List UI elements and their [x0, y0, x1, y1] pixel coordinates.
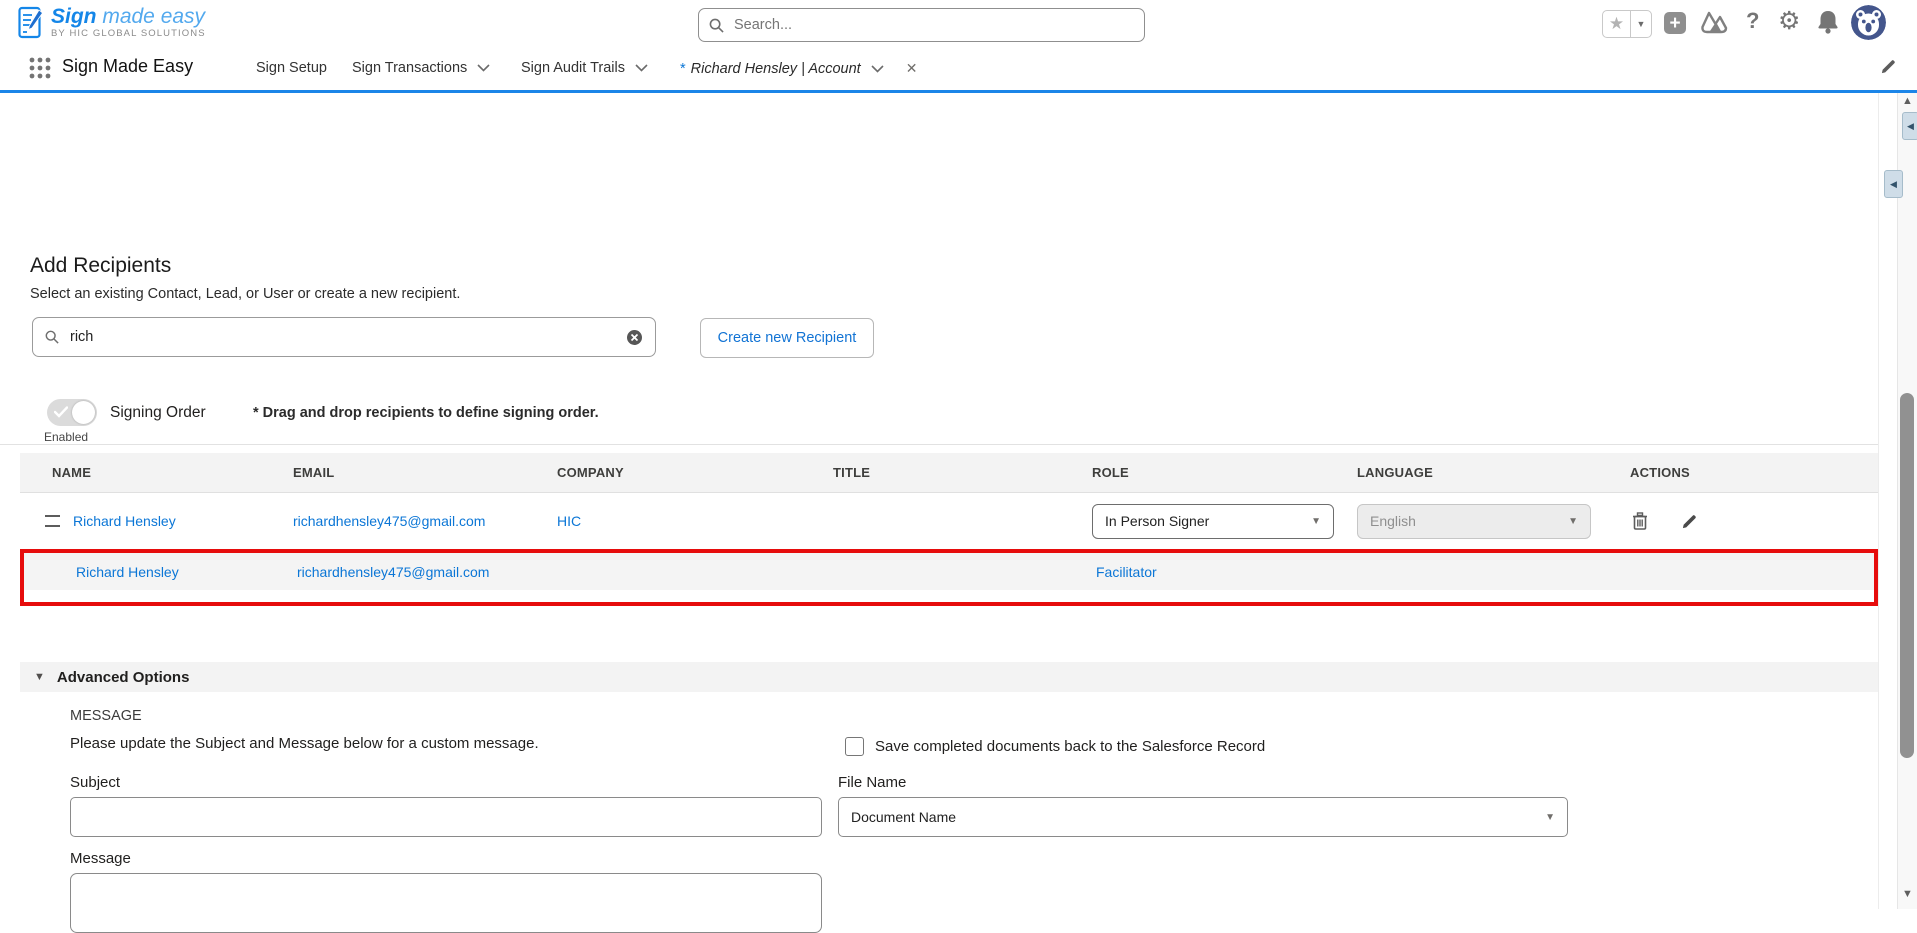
- chevron-down-icon: ▼: [1545, 812, 1555, 823]
- chevron-down-icon[interactable]: [871, 65, 884, 73]
- column-header-name: NAME: [20, 465, 293, 480]
- page-subtitle: Select an existing Contact, Lead, or Use…: [30, 286, 460, 302]
- column-header-language: LANGUAGE: [1357, 465, 1630, 480]
- drag-drop-hint: * Drag and drop recipients to define sig…: [253, 405, 599, 421]
- save-documents-checkbox[interactable]: [845, 737, 864, 756]
- recipient-name-link[interactable]: Richard Hensley: [73, 513, 176, 529]
- recipient-role-link[interactable]: Facilitator: [1096, 564, 1157, 580]
- toggle-knob: [72, 401, 95, 424]
- role-select[interactable]: In Person Signer ▼: [1092, 504, 1334, 539]
- brand-title: Sign made easy: [51, 6, 206, 27]
- recipient-search[interactable]: [32, 317, 656, 357]
- close-tab-icon[interactable]: ✕: [906, 60, 918, 77]
- app-nav-bar: Sign Made Easy Sign Setup Sign Transacti…: [0, 46, 1917, 90]
- recipient-email-link[interactable]: richardhensley475@gmail.com: [293, 513, 485, 529]
- panel-collapse-left-icon[interactable]: ◀: [1884, 170, 1903, 198]
- divider: [0, 444, 1878, 445]
- column-header-actions: ACTIONS: [1630, 465, 1878, 480]
- subject-label: Subject: [70, 774, 120, 791]
- recipient-search-input[interactable]: [68, 328, 626, 346]
- custom-message-hint: Please update the Subject and Message be…: [70, 735, 539, 752]
- column-header-title: TITLE: [833, 465, 1092, 480]
- favorites-dropdown-icon[interactable]: ▼: [1630, 11, 1651, 37]
- app-name: Sign Made Easy: [62, 56, 193, 77]
- scroll-down-arrow[interactable]: ▼: [1901, 888, 1914, 900]
- signing-order-label: Signing Order: [110, 404, 206, 422]
- toggle-state-label: Enabled: [44, 430, 88, 444]
- signing-order-toggle[interactable]: [47, 399, 97, 426]
- favorites-star-icon[interactable]: ★: [1603, 11, 1630, 37]
- save-documents-label: Save completed documents back to the Sal…: [875, 738, 1265, 755]
- clear-search-icon[interactable]: [626, 329, 643, 346]
- column-header-company: COMPANY: [557, 465, 833, 480]
- create-new-recipient-button[interactable]: Create new Recipient: [700, 318, 874, 358]
- collapse-triangle-icon[interactable]: ▼: [34, 671, 45, 683]
- global-actions-add-icon[interactable]: +: [1664, 12, 1686, 34]
- file-name-select[interactable]: Document Name ▼: [838, 797, 1568, 837]
- message-textarea[interactable]: [70, 873, 822, 933]
- content-right-divider: [1878, 93, 1879, 909]
- edit-recipient-pencil-icon[interactable]: [1681, 513, 1698, 530]
- recipient-email-link[interactable]: richardhensley475@gmail.com: [297, 564, 489, 580]
- column-header-email: EMAIL: [293, 465, 557, 480]
- advanced-options-section-header[interactable]: ▼ Advanced Options: [20, 662, 1878, 692]
- chevron-down-icon: ▼: [1568, 516, 1578, 527]
- tab-sign-audit-trails[interactable]: Sign Audit Trails: [521, 60, 648, 76]
- app-launcher-waffle-icon[interactable]: [28, 56, 52, 80]
- scroll-up-arrow[interactable]: ▲: [1901, 95, 1914, 107]
- chevron-down-icon[interactable]: [635, 64, 648, 72]
- global-search-input[interactable]: [732, 16, 1134, 34]
- recipients-table-header: NAME EMAIL COMPANY TITLE ROLE LANGUAGE A…: [20, 453, 1878, 493]
- favorites-button[interactable]: ★ ▼: [1602, 10, 1652, 38]
- scrollbar-thumb[interactable]: [1900, 393, 1914, 758]
- recipient-row-1: Richard Hensley richardhensley475@gmail.…: [20, 493, 1878, 549]
- help-icon[interactable]: ?: [1746, 8, 1759, 34]
- message-label: Message: [70, 850, 131, 867]
- search-icon: [45, 330, 59, 344]
- panel-collapse-left-icon[interactable]: ◀: [1902, 112, 1917, 140]
- chevron-down-icon[interactable]: [477, 64, 490, 72]
- global-header: Sign made easy BY HIC GLOBAL SOLUTIONS ★…: [0, 0, 1917, 46]
- save-documents-option: Save completed documents back to the Sal…: [845, 737, 1265, 756]
- nav-active-underline: [0, 90, 1917, 93]
- setup-gear-icon[interactable]: ⚙: [1778, 6, 1800, 36]
- page-title: Add Recipients: [30, 254, 171, 278]
- app-logo: Sign made easy BY HIC GLOBAL SOLUTIONS: [18, 6, 206, 40]
- global-search[interactable]: [698, 8, 1145, 42]
- highlight-annotation-red-box: Richard Hensley richardhensley475@gmail.…: [20, 549, 1878, 606]
- advanced-options-title: Advanced Options: [57, 669, 190, 686]
- message-group-label: MESSAGE: [70, 708, 142, 724]
- search-icon: [709, 18, 724, 33]
- edit-page-pencil-icon[interactable]: [1880, 58, 1897, 80]
- drag-handle-icon[interactable]: [45, 515, 60, 527]
- file-name-label: File Name: [838, 774, 906, 791]
- recipient-company-link[interactable]: HIC: [557, 513, 581, 529]
- tab-record-richard-hensley-account[interactable]: *Richard Hensley | Account ✕: [680, 60, 917, 77]
- logo-document-icon: [18, 6, 45, 40]
- user-avatar[interactable]: [1851, 5, 1886, 40]
- language-select[interactable]: English ▼: [1357, 504, 1591, 539]
- column-header-role: ROLE: [1092, 465, 1357, 480]
- guidance-center-icon[interactable]: [1700, 9, 1728, 35]
- subject-input[interactable]: [70, 797, 822, 837]
- check-icon: [54, 406, 68, 418]
- brand-subtitle: BY HIC GLOBAL SOLUTIONS: [51, 29, 206, 39]
- recipient-row-2: Richard Hensley richardhensley475@gmail.…: [24, 553, 1874, 590]
- delete-recipient-trash-icon[interactable]: [1632, 512, 1648, 530]
- tab-sign-setup[interactable]: Sign Setup: [256, 60, 327, 76]
- unsaved-indicator: *: [680, 61, 686, 77]
- recipient-name-link[interactable]: Richard Hensley: [76, 564, 179, 580]
- tab-sign-transactions[interactable]: Sign Transactions: [352, 60, 490, 76]
- notifications-bell-icon[interactable]: [1816, 9, 1840, 35]
- chevron-down-icon: ▼: [1311, 516, 1321, 527]
